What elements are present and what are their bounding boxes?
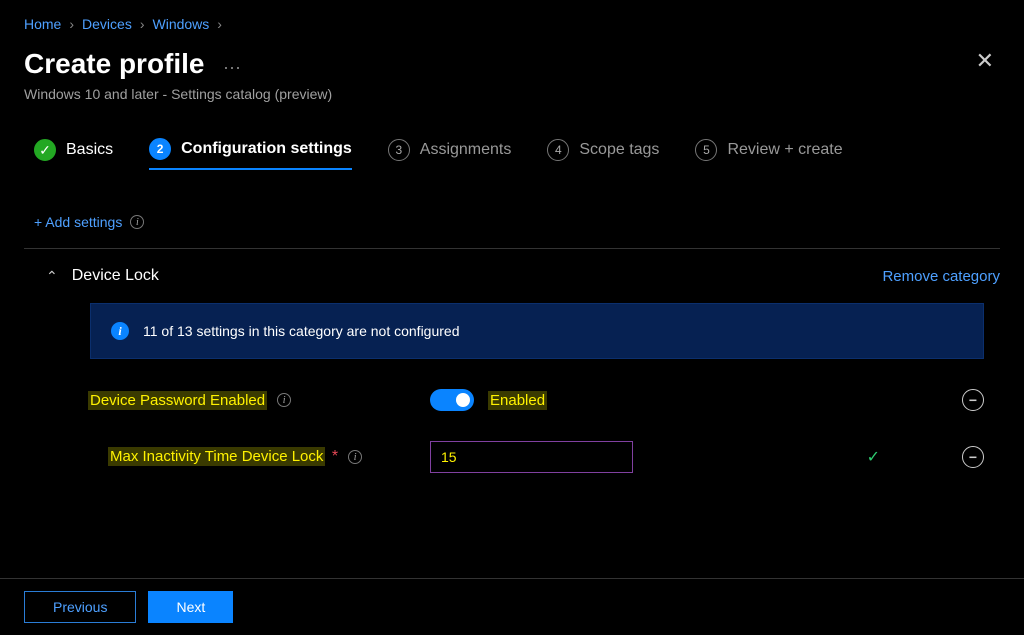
setting-label: Max Inactivity Time Device Lock bbox=[108, 447, 325, 466]
step-basics[interactable]: ✓ Basics bbox=[34, 139, 113, 169]
remove-setting-icon[interactable]: − bbox=[962, 446, 984, 468]
checkmark-icon: ✓ bbox=[34, 139, 56, 161]
max-inactivity-input[interactable] bbox=[430, 441, 633, 473]
footer-actions: Previous Next bbox=[0, 578, 1024, 635]
setting-label: Device Password Enabled bbox=[88, 391, 267, 410]
toggle-state-label: Enabled bbox=[488, 391, 547, 410]
chevron-right-icon: › bbox=[69, 16, 74, 32]
setting-device-password-enabled: Device Password Enabled i Enabled − bbox=[0, 359, 1024, 411]
info-banner: i 11 of 13 settings in this category are… bbox=[90, 303, 984, 359]
step-assignments[interactable]: 3 Assignments bbox=[388, 139, 512, 169]
chevron-right-icon: › bbox=[140, 16, 145, 32]
step-scope-tags[interactable]: 4 Scope tags bbox=[547, 139, 659, 169]
info-icon[interactable]: i bbox=[277, 393, 291, 407]
page-title: Create profile bbox=[24, 48, 205, 80]
add-settings-link[interactable]: + Add settings bbox=[34, 214, 122, 230]
close-icon[interactable]: ✕ bbox=[976, 48, 1000, 74]
remove-category-link[interactable]: Remove category bbox=[882, 268, 1000, 285]
category-title: Device Lock bbox=[72, 267, 159, 285]
breadcrumb: Home › Devices › Windows › bbox=[0, 0, 1024, 40]
chevron-up-icon[interactable]: ⌃ bbox=[46, 268, 58, 285]
page-subtitle: Windows 10 and later - Settings catalog … bbox=[24, 86, 332, 102]
info-icon[interactable]: i bbox=[130, 215, 144, 229]
breadcrumb-windows[interactable]: Windows bbox=[153, 16, 210, 32]
info-icon: i bbox=[111, 322, 129, 340]
breadcrumb-home[interactable]: Home bbox=[24, 16, 61, 32]
step-configuration-settings[interactable]: 2 Configuration settings bbox=[149, 138, 352, 170]
chevron-right-icon: › bbox=[217, 16, 222, 32]
setting-max-inactivity-time: Max Inactivity Time Device Lock * i ✓ − bbox=[0, 411, 1024, 473]
remove-setting-icon[interactable]: − bbox=[962, 389, 984, 411]
required-marker: * bbox=[332, 448, 338, 465]
more-actions-icon[interactable]: ··· bbox=[223, 57, 241, 77]
step-review-create[interactable]: 5 Review + create bbox=[695, 139, 842, 169]
breadcrumb-devices[interactable]: Devices bbox=[82, 16, 132, 32]
info-message: 11 of 13 settings in this category are n… bbox=[143, 323, 460, 339]
toggle-device-password-enabled[interactable] bbox=[430, 389, 474, 411]
wizard-steps: ✓ Basics 2 Configuration settings 3 Assi… bbox=[0, 102, 1024, 180]
previous-button[interactable]: Previous bbox=[24, 591, 136, 623]
info-icon[interactable]: i bbox=[348, 450, 362, 464]
toggle-knob bbox=[456, 393, 470, 407]
checkmark-icon: ✓ bbox=[867, 447, 880, 467]
next-button[interactable]: Next bbox=[148, 591, 233, 623]
